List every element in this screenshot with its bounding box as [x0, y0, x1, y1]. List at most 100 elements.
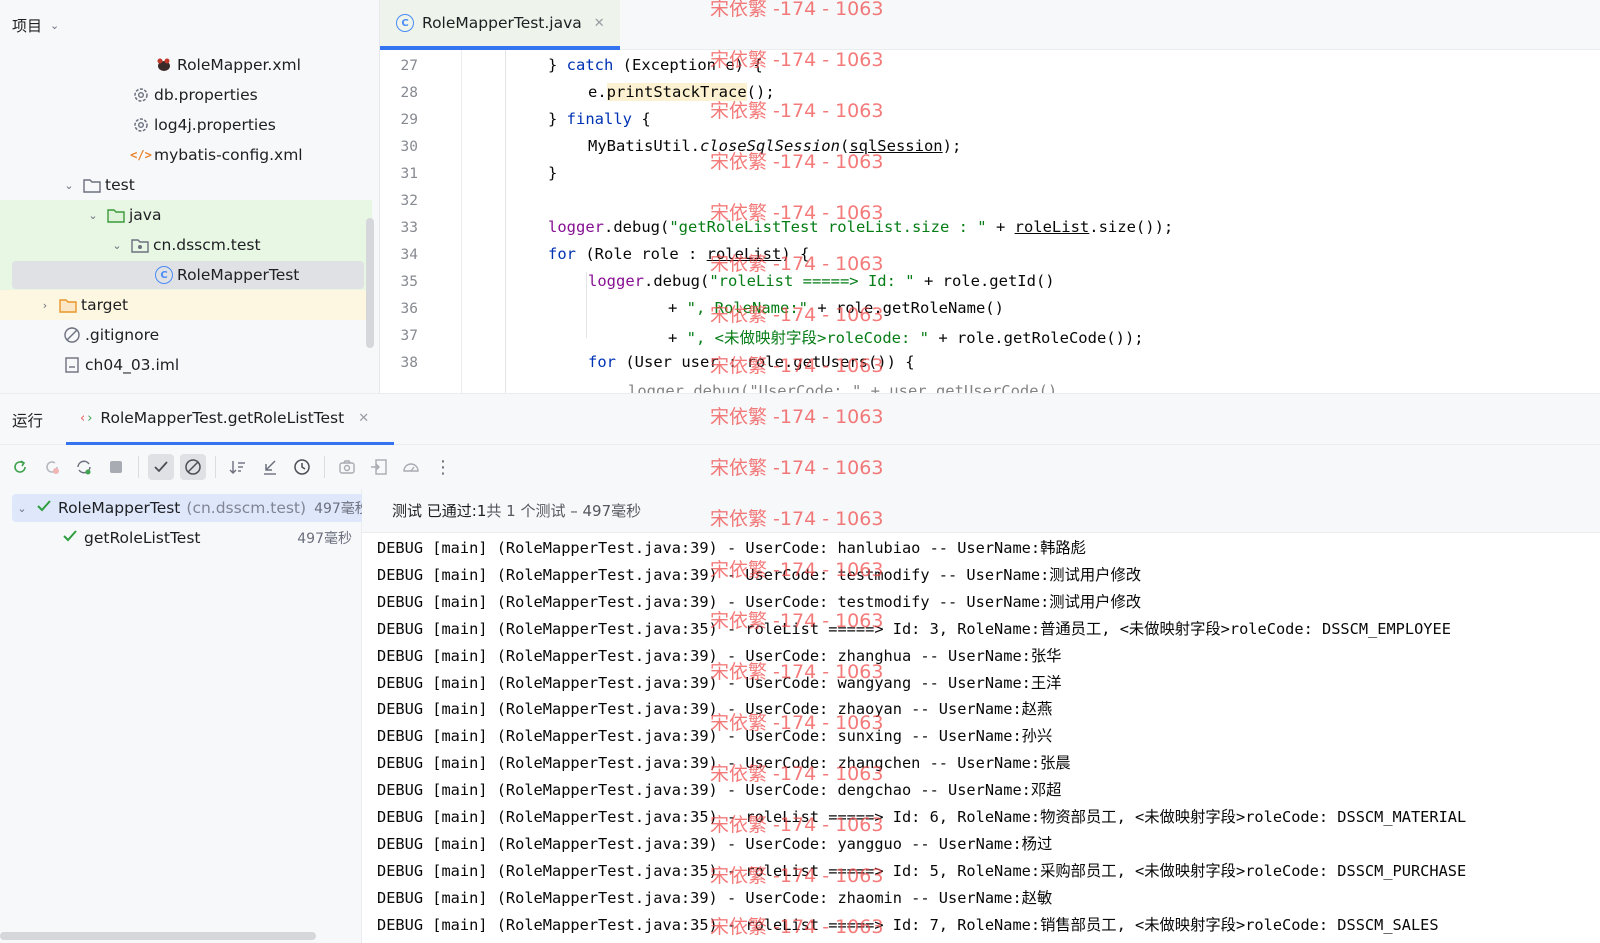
chevron-down-icon[interactable]: ⌄ — [86, 209, 100, 222]
gear-icon — [131, 115, 151, 135]
tree-item-rolemappertest[interactable]: C RoleMapperTest — [0, 260, 372, 290]
project-scrollbar[interactable] — [366, 218, 374, 348]
console-line: DEBUG [main] (RoleMapperTest.java:35) - … — [377, 915, 1439, 934]
editor-tab-rolemappertest[interactable]: C RoleMapperTest.java ✕ — [380, 0, 620, 50]
import-tests-icon[interactable] — [366, 454, 392, 480]
line-number: 33 — [400, 220, 418, 236]
check-icon — [36, 498, 52, 518]
tree-item-package[interactable]: ⌄ cn.dsscm.test — [0, 230, 372, 260]
tree-item-rolemapper-xml[interactable]: RoleMapper.xml — [0, 50, 372, 80]
tree-horizontal-scrollbar[interactable] — [0, 932, 316, 940]
tree-item-target-folder[interactable]: › target — [0, 290, 372, 320]
run-title: 运行 — [12, 412, 44, 430]
code-line-36: + ", RoleName:" + role.getRoleName() — [668, 299, 1004, 317]
show-passed-icon[interactable] — [148, 454, 174, 480]
tree-item-test-folder[interactable]: ⌄ test — [0, 170, 372, 200]
tree-item-label: RoleMapper.xml — [177, 56, 301, 74]
history-icon[interactable] — [289, 454, 315, 480]
tree-item-log4j-properties[interactable]: log4j.properties — [0, 110, 372, 140]
sort-alphabetically-icon[interactable] — [225, 454, 251, 480]
ignore-icon — [62, 325, 82, 345]
line-number: 32 — [400, 193, 418, 209]
rerun-icon[interactable] — [7, 454, 33, 480]
status-count: 1 — [476, 501, 487, 520]
test-suite-duration: 497毫秒 — [314, 501, 369, 517]
line-number: 38 — [400, 355, 418, 371]
close-icon[interactable]: ✕ — [358, 411, 369, 426]
console-line: DEBUG [main] (RoleMapperTest.java:35) - … — [377, 619, 1451, 638]
code-line-33: logger.debug("getRoleListTest roleList.s… — [548, 218, 1174, 236]
chevron-down-icon[interactable]: ⌄ — [50, 19, 59, 32]
test-suite-row[interactable]: ⌄ RoleMapperTest (cn.dsscm.test) 497毫秒 — [12, 494, 398, 522]
status-suffix: 共 1 个测试 – 497毫秒 — [486, 502, 642, 520]
folder-icon — [82, 175, 102, 195]
rerun-failed-icon[interactable] — [39, 454, 65, 480]
project-header[interactable]: 项目 ⌄ — [0, 0, 379, 50]
code-line-35: logger.debug("roleList =====> Id: " + ro… — [588, 272, 1055, 290]
code-line-29: } finally { — [548, 110, 651, 128]
project-tool-window: 项目 ⌄ RoleMapper.xml db.properties log4j.… — [0, 0, 380, 393]
code-editor[interactable]: C RoleMapperTest.java ✕ 27 28 29 30 31 3… — [380, 0, 1600, 393]
console-line: DEBUG [main] (RoleMapperTest.java:39) - … — [377, 592, 1142, 611]
folder-icon — [106, 205, 126, 225]
run-tool-window-header: 运行 ‹ › RoleMapperTest.getRoleListTest ✕ — [0, 393, 1600, 446]
tree-item-label: RoleMapperTest — [177, 266, 300, 284]
tree-item-gitignore[interactable]: .gitignore — [0, 320, 372, 350]
more-options-icon[interactable]: ⋮ — [430, 454, 456, 480]
code-line-30: MyBatisUtil.closeSqlSession(sqlSession); — [588, 137, 962, 155]
line-number: 34 — [400, 247, 418, 263]
package-icon — [130, 235, 150, 255]
project-title[interactable]: 项目 — [12, 15, 42, 36]
code-line-31: } — [548, 164, 558, 182]
console-line: DEBUG [main] (RoleMapperTest.java:39) - … — [377, 700, 1053, 719]
class-icon: C — [154, 265, 174, 285]
tree-item-label: test — [105, 176, 135, 194]
test-suite-label: RoleMapperTest — [58, 499, 181, 517]
line-number: 31 — [400, 166, 418, 182]
line-number: 35 — [400, 274, 418, 290]
console-line: DEBUG [main] (RoleMapperTest.java:35) - … — [377, 861, 1467, 880]
code-line-27: } catch (Exception e) { — [548, 56, 763, 74]
editor-tab-bar: C RoleMapperTest.java ✕ — [380, 0, 1600, 50]
chevron-right-icon[interactable]: › — [38, 299, 52, 312]
tree-item-label: log4j.properties — [154, 116, 276, 134]
chevron-down-icon[interactable]: ⌄ — [62, 179, 76, 192]
chevron-down-icon[interactable]: ⌄ — [12, 502, 32, 515]
tree-item-java-folder[interactable]: ⌄ java — [0, 200, 372, 230]
tree-item-mybatis-config[interactable]: </> mybatis-config.xml — [0, 140, 372, 170]
mybatis-icon — [154, 55, 174, 75]
test-case-label: getRoleListTest — [84, 529, 201, 547]
line-number: 36 — [400, 301, 418, 317]
collapse-icon[interactable] — [257, 454, 283, 480]
console-line: DEBUG [main] (RoleMapperTest.java:39) - … — [377, 646, 1062, 665]
camera-icon[interactable] — [334, 454, 360, 480]
class-icon: C — [396, 14, 414, 32]
stop-icon[interactable] — [103, 454, 129, 480]
close-icon[interactable]: ✕ — [594, 16, 605, 31]
tree-item-db-properties[interactable]: db.properties — [0, 80, 372, 110]
console-output[interactable]: DEBUG [main] (RoleMapperTest.java:39) - … — [362, 533, 1600, 943]
run-config-icon: ‹ — [80, 410, 86, 426]
code-line-28: e.printStackTrace(); — [588, 83, 775, 101]
console-line: DEBUG [main] (RoleMapperTest.java:39) - … — [377, 834, 1053, 853]
show-ignored-icon[interactable] — [180, 454, 206, 480]
run-config-icon-2: › — [87, 410, 93, 426]
line-number-gutter: 27 28 29 30 31 32 33 34 35 36 37 38 — [380, 50, 462, 393]
test-suite-package: (cn.dsscm.test) — [186, 499, 307, 517]
console-line: DEBUG [main] (RoleMapperTest.java:39) - … — [377, 539, 1086, 557]
coverage-icon[interactable] — [398, 454, 424, 480]
test-case-row[interactable]: getRoleListTest 497毫秒 — [12, 524, 352, 552]
run-tab-label: RoleMapperTest.getRoleListTest — [100, 409, 345, 427]
code-line-38: for (User user : role.getUsers()) { — [588, 353, 915, 371]
tree-item-label: db.properties — [154, 86, 258, 104]
run-toolbar: ⋮ — [0, 445, 1600, 489]
run-tab[interactable]: ‹ › RoleMapperTest.getRoleListTest ✕ — [66, 394, 394, 446]
toggle-auto-test-icon[interactable] — [71, 454, 97, 480]
line-number: 28 — [400, 85, 418, 101]
line-number: 30 — [400, 139, 418, 155]
chevron-down-icon[interactable]: ⌄ — [110, 239, 124, 252]
line-number: 29 — [400, 112, 418, 128]
console-line: DEBUG [main] (RoleMapperTest.java:39) - … — [377, 754, 1071, 773]
tree-item-label: java — [129, 206, 162, 224]
tree-item-iml[interactable]: ch04_03.iml — [0, 350, 372, 380]
